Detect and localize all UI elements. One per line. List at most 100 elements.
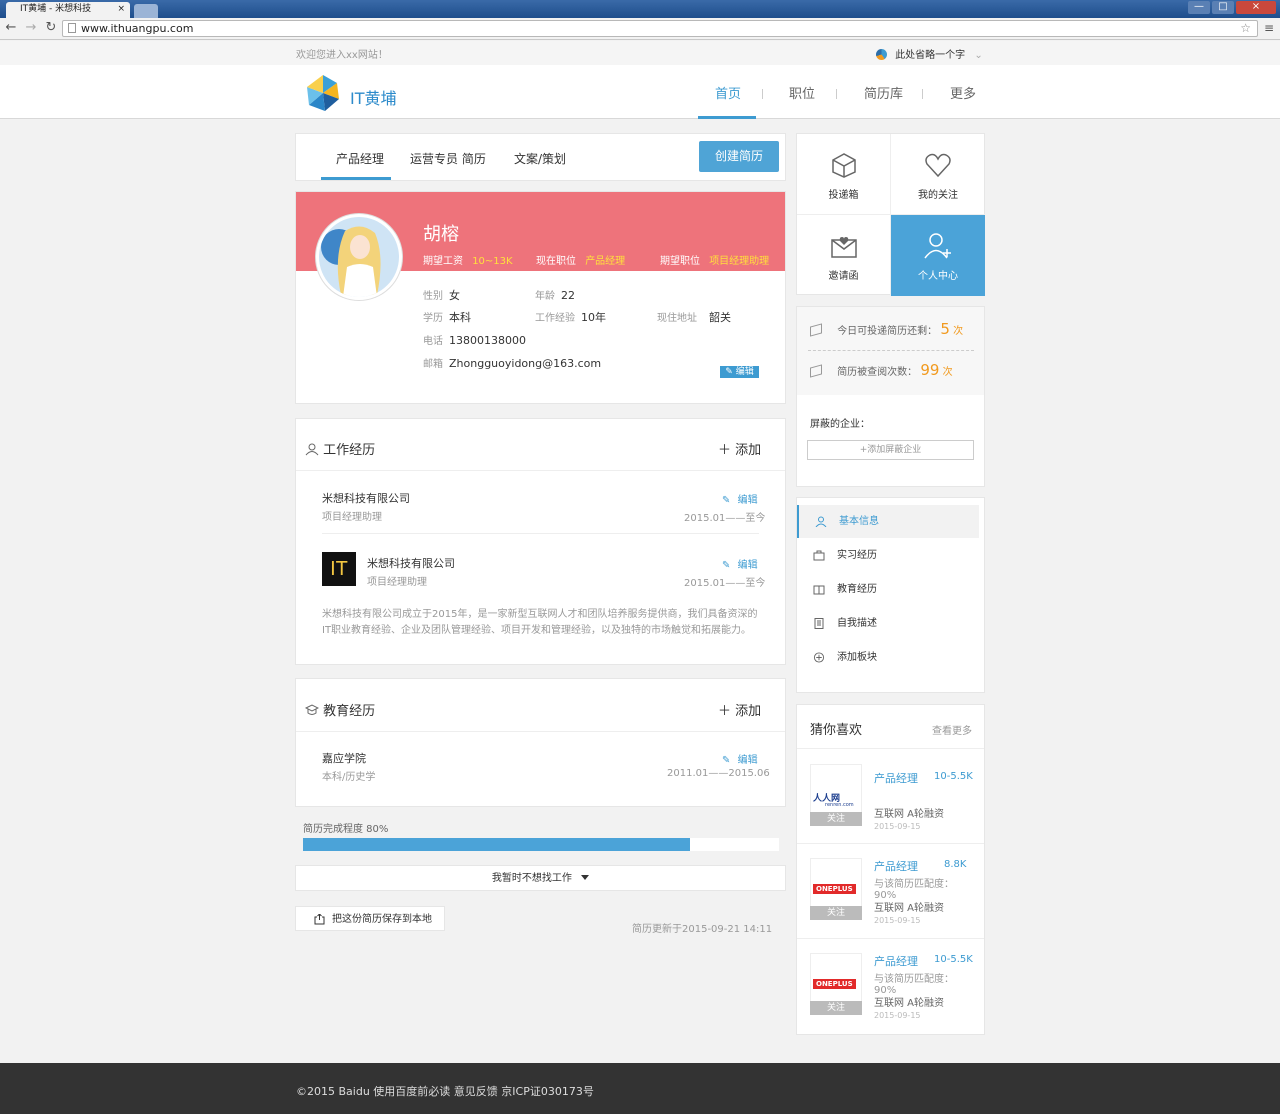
recommendation-item[interactable]: ONEPLUS 关注 产品经理 10-5.5K 与该简历匹配度：90% 互联网 …	[810, 941, 975, 1028]
nav-separator	[836, 89, 837, 99]
quick-link-label: 投递箱	[828, 190, 859, 201]
browser-tab[interactable]: IT黄埔 - 米想科技 ×	[6, 2, 130, 18]
user-avatar-icon	[876, 49, 887, 60]
phone-label: 电话	[423, 336, 443, 347]
job-status-label: 我暂时不想找工作	[491, 873, 572, 884]
follow-button[interactable]: 关注	[810, 812, 862, 826]
age-value: 22	[561, 289, 575, 302]
phone-value: 13800138000	[449, 334, 526, 347]
avatar[interactable]	[316, 214, 402, 300]
reload-icon[interactable]: ↻	[44, 21, 58, 35]
education-row: 学历 本科	[423, 309, 471, 325]
heart-icon	[925, 153, 951, 178]
create-resume-button[interactable]: 创建简历	[699, 141, 779, 172]
edit-profile-label: 编辑	[735, 367, 754, 377]
job-title[interactable]: 产品经理	[874, 770, 918, 786]
logo-text[interactable]: IT黄埔	[350, 85, 397, 109]
edit-work-button[interactable]: ✎ 编辑	[722, 556, 758, 571]
divider	[797, 748, 984, 749]
plus-icon: ＋	[718, 443, 732, 458]
expected-salary-value: 10~13K	[472, 256, 513, 267]
document-icon	[814, 618, 824, 629]
nav-jobs[interactable]: 职位	[789, 83, 815, 102]
export-icon	[314, 914, 325, 925]
nav-home[interactable]: 首页	[715, 83, 741, 102]
job-date: 2015-09-15	[874, 822, 921, 831]
gender-value: 女	[449, 289, 460, 302]
daily-remaining-label: 今日可投递简历还剩：	[837, 326, 938, 337]
user-dropdown[interactable]: 此处省略一个字 ⌄	[876, 46, 983, 61]
nav-more[interactable]: 更多	[950, 83, 976, 102]
minimize-button[interactable]: —	[1188, 1, 1210, 14]
menu-self-description[interactable]: 自我描述	[797, 607, 979, 640]
plus-circle-icon	[813, 652, 825, 663]
job-status-dropdown[interactable]: 我暂时不想找工作	[295, 865, 786, 891]
job-tags: 互联网 A轮融资	[874, 809, 945, 820]
bookmark-star-icon[interactable]: ☆	[1240, 21, 1251, 36]
job-title[interactable]: 产品经理	[874, 858, 918, 874]
profile-name: 胡榕	[423, 224, 459, 245]
menu-education[interactable]: 教育经历	[797, 573, 979, 606]
email-row: 邮箱 Zhongguoyidong@163.com	[423, 355, 601, 370]
quick-link-invitations[interactable]: 邀请函	[797, 215, 891, 296]
forward-arrow-icon[interactable]: →	[24, 21, 38, 35]
follow-button[interactable]: 关注	[810, 906, 862, 920]
follow-button[interactable]: 关注	[810, 1001, 862, 1015]
divider	[322, 533, 759, 534]
menu-internship[interactable]: 实习经历	[797, 539, 979, 572]
inbox-icon	[831, 153, 856, 178]
phone-row: 电话 13800138000	[423, 332, 526, 347]
work-role: 项目经理助理	[367, 577, 427, 588]
menu-basic-info[interactable]: 基本信息	[797, 505, 979, 538]
logo-icon[interactable]	[303, 73, 343, 113]
education-section-title: 教育经历	[304, 700, 376, 719]
daily-remaining-unit: 次	[953, 326, 964, 337]
experience-row: 工作经验 10年	[535, 309, 606, 325]
edit-education-button[interactable]: ✎ 编辑	[722, 751, 758, 766]
close-window-button[interactable]: ×	[1236, 1, 1276, 14]
quick-link-profile[interactable]: 个人中心	[891, 215, 985, 296]
age-row: 年龄 22	[535, 287, 575, 302]
quick-link-follows[interactable]: 我的关注	[891, 134, 985, 215]
work-section-title: 工作经历	[305, 439, 375, 458]
job-salary: 8.8K	[944, 859, 967, 870]
education-date: 2011.01——2015.06	[667, 768, 770, 779]
recommendation-item[interactable]: ONEPLUS 关注 产品经理 8.8K 与该简历匹配度：90% 互联网 A轮融…	[810, 846, 975, 933]
address-bar[interactable]: www.ithuangpu.com ☆	[62, 20, 1258, 37]
blocked-companies-label: 屏蔽的企业：	[810, 419, 870, 430]
divider	[296, 731, 785, 732]
edit-profile-button[interactable]: ✎ 编辑	[720, 366, 759, 378]
new-tab-button[interactable]	[134, 4, 158, 18]
experience-value: 10年	[581, 311, 606, 324]
site-footer	[0, 1063, 1280, 1114]
quick-link-inbox[interactable]: 投递箱	[797, 134, 891, 215]
education-title: 教育经历	[323, 704, 376, 719]
add-work-button[interactable]: ＋ 添加	[718, 439, 761, 458]
tab-operations[interactable]: 运营专员 简历	[410, 150, 486, 167]
tab-close-icon[interactable]: ×	[117, 2, 125, 17]
browser-menu-icon[interactable]: ≡	[1264, 21, 1276, 35]
recommendation-item[interactable]: 人人网 renren.com 关注 产品经理 10-5.5K 互联网 A轮融资 …	[810, 752, 975, 839]
back-arrow-icon[interactable]: ←	[4, 21, 18, 35]
menu-label: 基本信息	[839, 516, 879, 527]
edit-work-button[interactable]: ✎ 编辑	[722, 491, 758, 506]
tab-product-manager[interactable]: 产品经理	[336, 150, 384, 167]
expected-position-value: 项目经理助理	[709, 256, 770, 267]
job-date: 2015-09-15	[874, 916, 921, 925]
resume-views-label: 简历被查阅次数：	[837, 367, 918, 378]
menu-add-section[interactable]: 添加板块	[797, 641, 979, 674]
school-name: 嘉应学院	[322, 752, 366, 765]
maximize-button[interactable]: □	[1212, 1, 1234, 14]
daily-remaining: 今日可投递简历还剩： 5 次	[810, 320, 963, 338]
school-major: 本科/历史学	[322, 772, 376, 783]
nav-resumes[interactable]: 简历库	[864, 83, 903, 102]
menu-label: 添加板块	[837, 652, 877, 663]
view-more-link[interactable]: 查看更多	[932, 722, 972, 737]
add-blocked-company-button[interactable]: +添加屏蔽企业	[807, 440, 974, 460]
job-title[interactable]: 产品经理	[874, 953, 918, 969]
current-position-label: 现在职位	[536, 256, 576, 267]
company-logo-text: ONEPLUS	[813, 884, 856, 894]
add-education-button[interactable]: ＋ 添加	[718, 700, 761, 719]
save-resume-button[interactable]: 把这份简历保存到本地	[295, 906, 445, 931]
tab-copywriting[interactable]: 文案/策划	[514, 150, 566, 167]
